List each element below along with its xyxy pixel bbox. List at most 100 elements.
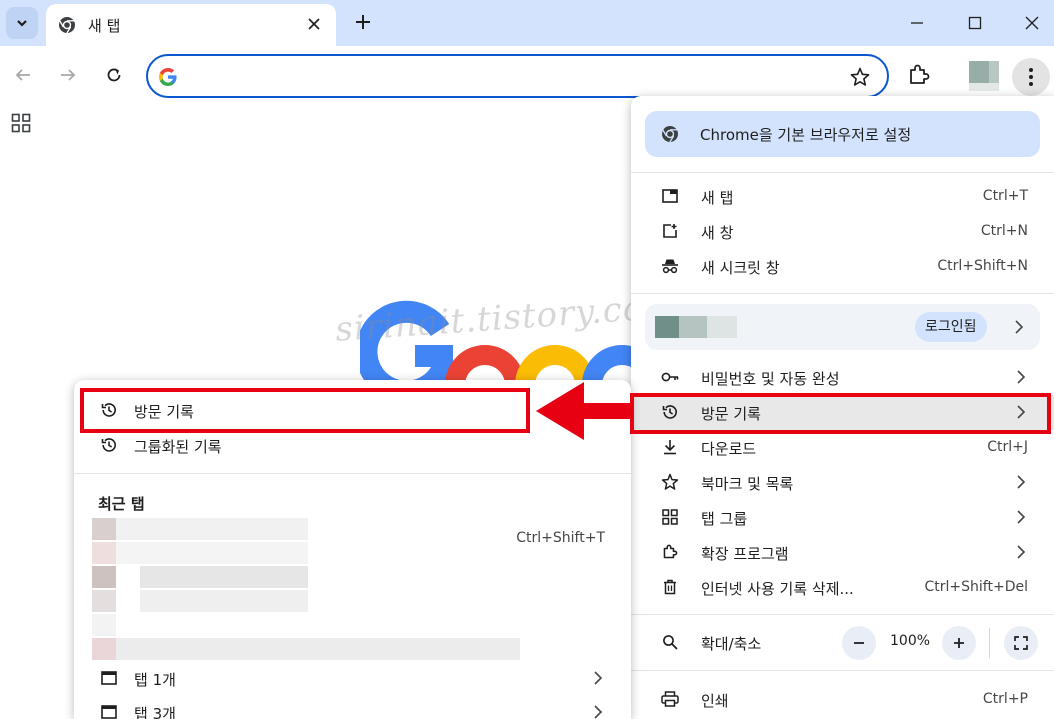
menu-item-label: 비밀번호 및 자동 완성 <box>701 370 840 388</box>
menu-item-bookmarks[interactable]: 북마크 및 목록 <box>631 465 1054 500</box>
back-button[interactable] <box>10 62 36 88</box>
history-icon <box>100 436 118 454</box>
annotation-highlight-submenu-history <box>80 388 530 433</box>
profile-row[interactable]: 로그인됨 <box>645 304 1040 350</box>
reload-button[interactable] <box>101 62 127 88</box>
star-icon <box>661 473 679 491</box>
tab-icon <box>100 669 118 687</box>
key-icon <box>661 368 679 386</box>
menu-item-label: 확대/축소 <box>701 635 762 653</box>
annotation-highlight-menu-history <box>630 393 1051 434</box>
recent-tabs-header: 최근 탭 <box>98 495 145 513</box>
menu-item-passwords[interactable]: 비밀번호 및 자동 완성 <box>631 360 1054 395</box>
submenu-item-tabs-3[interactable]: 탭 3개 <box>74 695 631 719</box>
minimize-button[interactable] <box>902 8 932 38</box>
incognito-icon <box>661 257 679 275</box>
chevron-right-icon <box>1017 545 1026 559</box>
menu-item-label: 새 탭 <box>701 189 734 207</box>
shortcut-text: Ctrl+T <box>982 188 1028 204</box>
tab-search-button[interactable] <box>6 7 38 39</box>
address-bar[interactable] <box>146 54 889 98</box>
menu-item-label: 인쇄 <box>701 692 729 710</box>
active-tab[interactable]: 새 탭 <box>46 4 336 46</box>
shortcut-text: Ctrl+N <box>980 223 1028 239</box>
fullscreen-icon <box>1014 636 1028 650</box>
shortcut-text: Ctrl+Shift+Del <box>924 579 1028 595</box>
close-icon <box>1025 16 1039 30</box>
chrome-icon <box>662 126 678 143</box>
menu-item-label: 다운로드 <box>701 440 757 458</box>
fullscreen-button[interactable] <box>1004 626 1038 660</box>
tab-icon <box>100 703 118 719</box>
submenu-item-tabs-1[interactable]: 탭 1개 <box>74 661 631 696</box>
zoom-level: 100% <box>890 633 931 649</box>
menu-item-label: 새 시크릿 창 <box>701 259 780 277</box>
extensions-puzzle-icon[interactable] <box>906 62 932 88</box>
menu-item-new-window[interactable]: 새 창 Ctrl+N <box>631 214 1054 249</box>
chrome-icon <box>59 17 75 34</box>
close-icon <box>308 18 320 30</box>
chevron-right-icon <box>1017 510 1026 524</box>
download-icon <box>661 438 679 456</box>
tab-close-button[interactable] <box>304 14 324 34</box>
submenu-item-label: 탭 1개 <box>134 671 176 689</box>
google-g-icon <box>159 68 177 86</box>
menu-item-clear-browsing-data[interactable]: 인터넷 사용 기록 삭제... Ctrl+Shift+Del <box>631 570 1054 605</box>
recent-tabs-blurred-list[interactable] <box>92 516 522 664</box>
arrow-right-icon <box>61 69 76 81</box>
print-icon <box>661 690 679 708</box>
divider <box>989 628 990 658</box>
shortcut-text: Ctrl+J <box>987 439 1028 455</box>
menu-item-new-tab[interactable]: 새 탭 Ctrl+T <box>631 179 1054 214</box>
arrow-left-icon <box>15 69 30 81</box>
avatar <box>655 316 737 338</box>
trash-icon <box>661 578 679 596</box>
bookmark-star-icon[interactable] <box>849 66 871 88</box>
chevron-right-icon <box>1015 320 1024 334</box>
menu-item-label: 인터넷 사용 기록 삭제... <box>701 580 854 598</box>
annotation-arrow-icon <box>536 382 634 440</box>
chevron-down-icon <box>17 20 27 27</box>
forward-button[interactable] <box>55 62 81 88</box>
plus-icon <box>356 15 370 29</box>
zoom-icon <box>661 633 679 651</box>
minimize-icon <box>911 22 923 24</box>
maximize-icon <box>968 16 982 30</box>
submenu-item-label: 그룹화된 기록 <box>134 438 222 456</box>
shortcut-text: Ctrl+P <box>982 691 1028 707</box>
new-tab-button[interactable] <box>350 9 376 35</box>
chrome-menu-button[interactable] <box>1012 58 1050 96</box>
maximize-button[interactable] <box>960 8 990 38</box>
set-default-browser-button[interactable]: Chrome을 기본 브라우저로 설정 <box>645 111 1040 157</box>
submenu-item-label: 탭 3개 <box>134 705 176 719</box>
new-window-icon <box>661 222 679 240</box>
menu-item-tab-groups[interactable]: 탭 그룹 <box>631 500 1054 535</box>
divider <box>631 172 1054 173</box>
tab-strip: 새 탭 <box>0 0 1054 46</box>
shortcut-text: Ctrl+Shift+N <box>937 258 1028 274</box>
minus-icon <box>854 642 864 644</box>
signed-in-badge[interactable]: 로그인됨 <box>915 312 987 342</box>
divider <box>74 473 631 474</box>
chevron-right-icon <box>1017 370 1026 384</box>
divider <box>631 293 1054 294</box>
close-window-button[interactable] <box>1017 8 1047 38</box>
chevron-right-icon <box>594 671 603 685</box>
menu-item-extensions[interactable]: 확장 프로그램 <box>631 535 1054 570</box>
tab-groups-icon <box>661 508 679 526</box>
menu-item-label: 새 창 <box>701 224 734 242</box>
divider <box>631 670 1054 671</box>
zoom-in-button[interactable] <box>942 626 976 660</box>
zoom-out-button[interactable] <box>842 626 876 660</box>
apps-grid-icon[interactable] <box>11 113 31 133</box>
menu-item-label: 확장 프로그램 <box>701 545 789 563</box>
set-default-label: Chrome을 기본 브라우저로 설정 <box>700 126 912 144</box>
shortcut-text: Ctrl+Shift+T <box>516 530 605 546</box>
menu-item-incognito[interactable]: 새 시크릿 창 Ctrl+Shift+N <box>631 249 1054 284</box>
avatar[interactable] <box>969 61 1009 91</box>
menu-item-print[interactable]: 인쇄 Ctrl+P <box>631 682 1054 717</box>
chevron-right-icon <box>594 705 603 719</box>
divider <box>631 614 1054 615</box>
menu-item-downloads[interactable]: 다운로드 Ctrl+J <box>631 430 1054 465</box>
new-tab-icon <box>661 187 679 205</box>
